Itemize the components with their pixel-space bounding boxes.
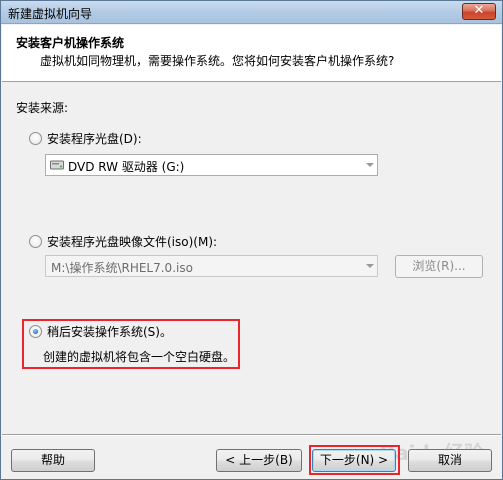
back-button[interactable]: < 上一步(B) [216,449,302,472]
cancel-button[interactable]: 取消 [408,449,492,472]
disc-drive-value: DVD RW 驱动器 (G:) [68,160,185,174]
radio-label: 安装程序光盘映像文件(iso)(M): [47,235,218,249]
footer-separator [2,434,501,436]
wizard-header: 安装客户机操作系统 虚拟机如同物理机，需要操作系统。您将如何安装客户机操作系统? [2,25,501,82]
disc-drive-select[interactable]: DVD RW 驱动器 (G:) [45,154,378,176]
radio-button[interactable] [29,235,42,248]
radio-install-later[interactable]: 稍后安装操作系统(S)。 [29,323,172,340]
chevron-down-icon[interactable] [366,163,374,167]
close-button[interactable]: ✕ [462,3,496,20]
dvd-drive-icon [50,160,64,170]
close-icon: ✕ [473,3,485,18]
browse-button[interactable]: 浏览(R)... [395,255,483,278]
wizard-window: 新建虚拟机向导 ✕ 安装客户机操作系统 虚拟机如同物理机，需要操作系统。您将如何… [0,0,503,480]
iso-path-value: M:\操作系统\RHEL7.0.iso [51,261,193,275]
radio-button-selected[interactable] [29,325,42,338]
header-description: 虚拟机如同物理机，需要操作系统。您将如何安装客户机操作系统? [40,54,395,68]
radio-installer-disc[interactable]: 安装程序光盘(D): [29,130,142,147]
window-title: 新建虚拟机向导 [8,7,93,21]
chevron-down-icon[interactable] [366,264,374,268]
next-button-highlight [309,445,400,475]
header-title: 安装客户机操作系统 [16,36,125,50]
help-button[interactable]: 帮助 [11,449,95,472]
radio-label: 稍后安装操作系统(S)。 [47,325,172,339]
install-later-note: 创建的虚拟机将包含一个空白硬盘。 [43,350,236,364]
radio-iso-image[interactable]: 安装程序光盘映像文件(iso)(M): [29,233,217,250]
install-source-label: 安装来源: [16,101,69,115]
radio-button[interactable] [29,132,42,145]
iso-path-select[interactable]: M:\操作系统\RHEL7.0.iso [45,255,378,277]
radio-label: 安装程序光盘(D): [47,132,142,146]
title-bar[interactable]: 新建虚拟机向导 ✕ [1,1,502,24]
